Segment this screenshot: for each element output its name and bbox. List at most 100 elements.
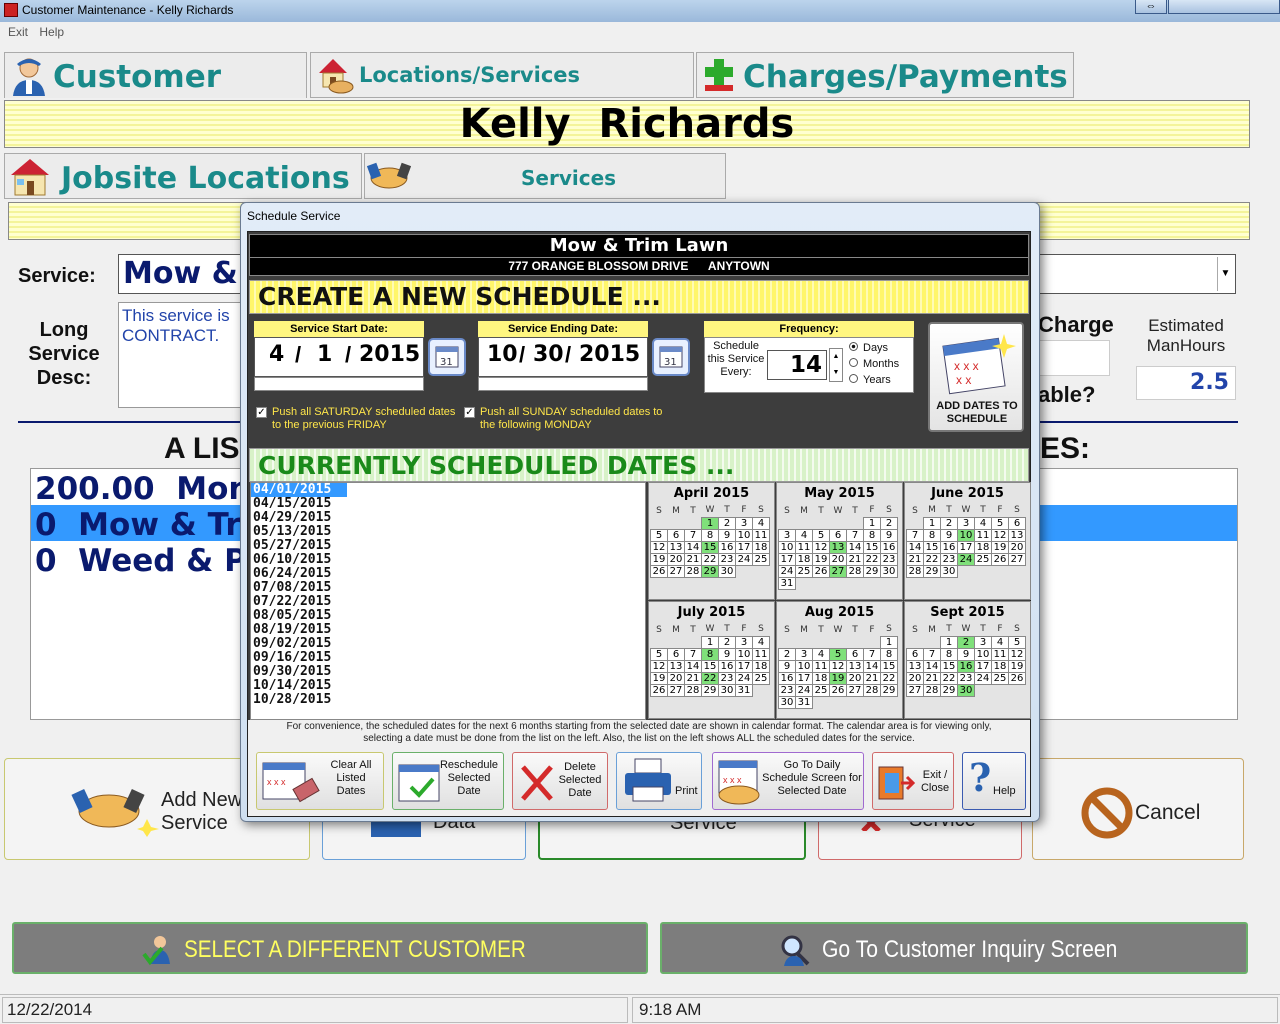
end-date-label: Service Ending Date: xyxy=(478,321,648,337)
calendar-day: 25 xyxy=(752,552,770,566)
date-list-item[interactable]: 09/02/2015 xyxy=(251,637,645,651)
tab-locations-services[interactable]: Locations/Services xyxy=(310,52,694,98)
date-list-item[interactable]: 09/16/2015 xyxy=(251,651,645,665)
month-name: July 2015 xyxy=(677,605,746,620)
calendar-day: 6 xyxy=(846,647,864,661)
chevron-down-icon[interactable]: ▼ xyxy=(1217,257,1233,291)
calendar-day: 2 xyxy=(718,635,736,649)
tab-charges-payments[interactable]: Charges/Payments xyxy=(696,52,1074,98)
date-list-item[interactable]: 06/10/2015 xyxy=(251,553,645,567)
print-button[interactable]: Print xyxy=(616,752,702,810)
month-name: May 2015 xyxy=(804,486,875,501)
date-list-item[interactable]: 07/08/2015 xyxy=(251,581,645,595)
go-daily-schedule-button[interactable]: x x x Go To Daily Schedule Screen for Se… xyxy=(712,752,864,810)
radio-years[interactable]: Years xyxy=(849,372,899,388)
help-button[interactable]: ? Help xyxy=(962,752,1026,810)
charge-field[interactable] xyxy=(1038,340,1110,376)
calendar-star-icon: x x xx x xyxy=(940,330,1016,396)
customer-inquiry-button[interactable]: Go To Customer Inquiry Screen xyxy=(660,922,1248,974)
push-saturday-option[interactable]: ✓ Push all SATURDAY scheduled dates to t… xyxy=(256,406,456,432)
exit-close-button[interactable]: Exit / Close xyxy=(872,752,954,810)
menu-exit[interactable]: Exit xyxy=(8,25,28,39)
calendar-day: 5 xyxy=(991,516,1009,530)
month-name: Sept 2015 xyxy=(930,605,1005,620)
calendar-day: 3 xyxy=(735,516,753,530)
weekday-letter: S xyxy=(886,505,892,516)
cancel-button[interactable]: Cancel xyxy=(1032,758,1244,860)
est-manhours-label: Estimated ManHours xyxy=(1146,316,1226,355)
date-list-item[interactable]: 04/15/2015 xyxy=(251,497,645,511)
calendar-day: 8 xyxy=(701,647,719,661)
select-customer-button[interactable]: SELECT A DIFFERENT CUSTOMER xyxy=(12,922,648,974)
calendar-day: 19 xyxy=(650,671,668,685)
weekday-letter: M xyxy=(800,624,808,635)
calendar-day: 9 xyxy=(957,647,975,661)
tab-customer-data[interactable]: Customer Data xyxy=(4,52,307,131)
est-manhours-value: 2.5 xyxy=(1190,370,1229,395)
date-list-item[interactable]: 10/14/2015 xyxy=(251,679,645,693)
date-sep: / xyxy=(565,342,572,367)
date-list-item[interactable]: 10/28/2015 xyxy=(251,693,645,707)
date-list-item[interactable]: 08/19/2015 xyxy=(251,623,645,637)
radio-days[interactable]: Days xyxy=(849,340,899,356)
calendar-day: 23 xyxy=(880,552,898,566)
long-desc-field[interactable]: This service is CONTRACT. xyxy=(118,302,244,408)
list-item[interactable]: 200.00 Mon xyxy=(35,471,250,507)
date-list-item[interactable]: 04/01/2015 xyxy=(251,483,347,497)
date-list-item[interactable]: 04/29/2015 xyxy=(251,511,645,525)
calendar-day: 2 xyxy=(778,647,796,661)
date-list-item[interactable]: 08/05/2015 xyxy=(251,609,645,623)
month-calendar: June 2015 S M T W T F S 1 2 3 4 5 6 7 8 9 10 11 12 13 14 15 16 1… xyxy=(904,482,1031,600)
clear-all-button[interactable]: x x x Clear All Listed Dates xyxy=(256,752,384,810)
push-sunday-checkbox[interactable]: ✓ xyxy=(464,407,475,418)
push-saturday-label: Push all SATURDAY scheduled dates to the… xyxy=(272,406,456,431)
weekday-letter: F xyxy=(741,505,747,516)
radio-months[interactable]: Months xyxy=(849,356,899,372)
schedule-every-label: Schedule this Service Every: xyxy=(707,340,765,378)
frequency-spinner[interactable]: ▲ ▼ xyxy=(829,348,843,382)
push-saturday-checkbox[interactable]: ✓ xyxy=(256,407,267,418)
calendar-day: 19 xyxy=(829,671,847,685)
calendar-empty-cell xyxy=(812,636,830,648)
menu-help[interactable]: Help xyxy=(39,25,64,39)
restore-button[interactable]: ⇔ xyxy=(1135,0,1167,14)
date-list-item[interactable]: 06/24/2015 xyxy=(251,567,645,581)
window-controls[interactable] xyxy=(1168,0,1280,14)
end-date-spinner[interactable] xyxy=(478,377,648,391)
calendar-day: 18 xyxy=(795,552,813,566)
tab-services[interactable]: Services xyxy=(364,153,726,199)
calendar-day: 25 xyxy=(974,552,992,566)
calendar-day: 31 xyxy=(778,576,796,590)
date-list-item[interactable]: 05/13/2015 xyxy=(251,525,645,539)
calendar-day: 7 xyxy=(684,528,702,542)
frequency-input[interactable]: 14 xyxy=(767,350,827,380)
tab-jobsite-locations[interactable]: Jobsite Locations xyxy=(4,153,362,199)
date-list-item[interactable]: 05/27/2015 xyxy=(251,539,645,553)
start-calendar-icon[interactable]: 31 xyxy=(428,338,466,376)
start-date-field[interactable]: 4 / 1 / 2015 xyxy=(254,337,424,377)
list-item[interactable]: 0 Mow & Tri xyxy=(35,507,251,543)
end-date-field[interactable]: 10 / 30 / 2015 xyxy=(478,337,648,377)
push-sunday-option[interactable]: ✓ Push all SUNDAY scheduled dates to the… xyxy=(464,406,674,432)
end-month: 10 xyxy=(487,342,518,367)
weekday-letter: M xyxy=(672,505,680,516)
calendar-day: 20 xyxy=(1008,540,1026,554)
scheduled-dates-list[interactable]: 04/01/2015 04/15/2015 04/29/2015 05/13/2015… xyxy=(250,482,646,720)
month-name: June 2015 xyxy=(931,486,1004,501)
radio-days-label: Days xyxy=(863,342,889,354)
end-calendar-icon[interactable]: 31 xyxy=(652,338,690,376)
calendar-day: 16 xyxy=(880,540,898,554)
est-manhours-field[interactable]: 2.5 xyxy=(1136,366,1236,400)
calendar-day: 20 xyxy=(906,671,924,685)
reschedule-button[interactable]: Reschedule Selected Date xyxy=(392,752,504,810)
date-list-item[interactable]: 09/30/2015 xyxy=(251,665,645,679)
start-date-spinner[interactable] xyxy=(254,377,424,391)
calendar-day: 16 xyxy=(940,540,958,554)
add-dates-button[interactable]: x x xx x ADD DATES TO SCHEDULE xyxy=(928,322,1024,432)
calendar-day: 16 xyxy=(778,671,796,685)
date-list-item[interactable]: 07/22/2015 xyxy=(251,595,645,609)
delete-date-button[interactable]: Delete Selected Date xyxy=(512,752,608,810)
calendar-day: 1 xyxy=(940,635,958,649)
list-item[interactable]: 0 Weed & P xyxy=(35,543,247,579)
calendar-day: 18 xyxy=(752,540,770,554)
